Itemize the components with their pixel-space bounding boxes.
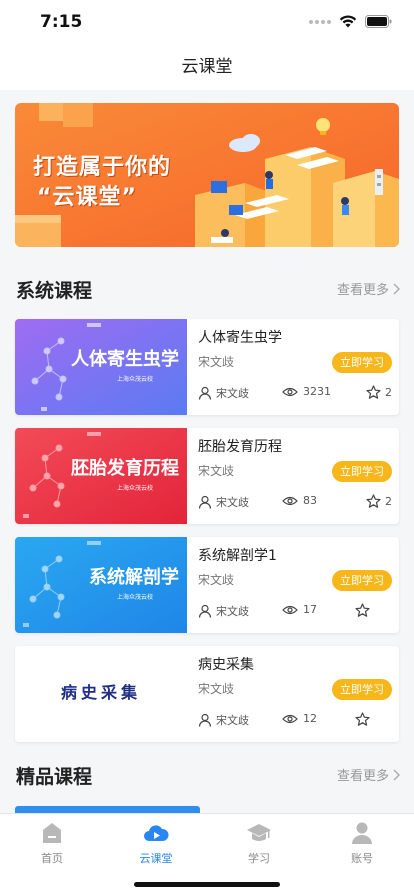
user-icon xyxy=(352,822,372,844)
course-teacher: 宋文歧 xyxy=(198,355,235,369)
view-more-label: 查看更多 xyxy=(336,283,389,298)
star-icon xyxy=(366,385,381,399)
favorite-toggle[interactable] xyxy=(355,603,374,618)
course-name: 病史采集 xyxy=(198,657,254,673)
course-meta: 宋文歧 3231 2 xyxy=(198,385,394,405)
banner-subheadline: “云课堂” xyxy=(37,185,137,210)
thumbnail-subtitle: 上海众茂云校 xyxy=(116,485,153,492)
course-name: 人体寄生虫学 xyxy=(198,330,282,346)
thumbnail-title: 人体寄生虫学 xyxy=(71,349,179,370)
course-meta: 宋文歧 12 xyxy=(198,712,394,732)
section-title: 系统课程 xyxy=(16,280,93,302)
course-teacher: 宋文歧 xyxy=(198,682,235,696)
user-icon xyxy=(198,386,212,400)
tab-label: 云课堂 xyxy=(139,852,173,865)
course-info: 胚胎发育历程 宋文歧 立即学习 宋文歧 83 2 xyxy=(198,428,394,524)
featured-courses-header: 精品课程 查看更多 xyxy=(16,762,400,788)
view-count: 3231 xyxy=(303,385,331,398)
course-meta: 宋文歧 83 2 xyxy=(198,494,394,514)
view-count: 83 xyxy=(303,494,317,507)
nav-bar: 云课堂 xyxy=(0,44,414,90)
thumbnail-title: 胚胎发育历程 xyxy=(71,458,179,479)
wifi-icon xyxy=(339,15,357,28)
study-now-button[interactable]: 立即学习 xyxy=(332,679,392,700)
course-card[interactable]: 系统解剖学 上海众茂云校 系统解剖学1 宋文歧 立即学习 宋文歧 17 xyxy=(15,537,399,633)
tab-account[interactable]: 账号 xyxy=(310,820,414,866)
view-count: 17 xyxy=(303,603,317,616)
favorite-count: 2 xyxy=(385,495,392,508)
user-icon xyxy=(198,495,212,509)
promo-banner[interactable]: 打造属于你的 “云课堂” xyxy=(15,103,399,247)
status-bar: 7:15 xyxy=(0,0,414,44)
study-now-button[interactable]: 立即学习 xyxy=(332,570,392,591)
course-author: 宋文歧 xyxy=(216,714,249,727)
course-thumbnail: 胚胎发育历程 上海众茂云校 xyxy=(15,428,187,524)
tab-home[interactable]: 首页 xyxy=(0,820,104,866)
star-icon xyxy=(355,603,370,617)
eye-icon xyxy=(282,714,298,723)
status-icons xyxy=(309,15,392,28)
chevron-right-icon xyxy=(393,283,400,294)
tab-cloud-classroom[interactable]: 云课堂 xyxy=(104,820,208,866)
battery-icon xyxy=(365,15,392,28)
star-icon xyxy=(355,712,370,726)
course-info: 系统解剖学1 宋文歧 立即学习 宋文歧 17 xyxy=(198,537,394,633)
tab-study[interactable]: 学习 xyxy=(207,820,311,866)
course-thumbnail: 人体寄生虫学 上海众茂云校 xyxy=(15,319,187,415)
study-now-button[interactable]: 立即学习 xyxy=(332,461,392,482)
study-now-button[interactable]: 立即学习 xyxy=(332,352,392,373)
course-name: 系统解剖学1 xyxy=(198,548,277,564)
home-icon xyxy=(43,823,61,843)
user-icon xyxy=(198,713,212,727)
favorite-toggle[interactable]: 2 xyxy=(366,385,392,400)
thumbnail-title: 病史采集 xyxy=(60,683,141,702)
course-thumbnail: 系统解剖学 上海众茂云校 xyxy=(15,537,187,633)
favorite-count: 2 xyxy=(385,386,392,399)
graduation-cap-icon xyxy=(247,824,271,841)
star-icon xyxy=(366,494,381,508)
course-card[interactable]: 人体寄生虫学 上海众茂云校 人体寄生虫学 宋文歧 立即学习 宋文歧 3231 2 xyxy=(15,319,399,415)
course-author: 宋文歧 xyxy=(216,496,249,509)
course-info: 人体寄生虫学 宋文歧 立即学习 宋文歧 3231 2 xyxy=(198,319,394,415)
tab-label: 学习 xyxy=(248,852,270,865)
view-count: 12 xyxy=(303,712,317,725)
view-more-label: 查看更多 xyxy=(336,769,389,784)
course-thumbnail: 病史采集 xyxy=(15,646,187,742)
eye-icon xyxy=(282,387,298,396)
view-more-link[interactable]: 查看更多 xyxy=(337,765,400,784)
status-time: 7:15 xyxy=(40,12,83,32)
course-info: 病史采集 宋文歧 立即学习 宋文歧 12 xyxy=(198,646,394,742)
course-author: 宋文歧 xyxy=(216,387,249,400)
thumbnail-subtitle: 上海众茂云校 xyxy=(116,376,153,383)
user-icon xyxy=(198,604,212,618)
section-title: 精品课程 xyxy=(16,766,93,788)
tab-label: 账号 xyxy=(351,852,373,865)
system-courses-header: 系统课程 查看更多 xyxy=(16,276,400,302)
course-author: 宋文歧 xyxy=(216,605,249,618)
home-indicator xyxy=(134,882,280,887)
view-more-link[interactable]: 查看更多 xyxy=(337,279,400,298)
course-card[interactable]: 胚胎发育历程 上海众茂云校 胚胎发育历程 宋文歧 立即学习 宋文歧 83 2 xyxy=(15,428,399,524)
thumbnail-subtitle: 上海众茂云校 xyxy=(116,594,153,601)
eye-icon xyxy=(282,605,298,614)
favorite-toggle[interactable] xyxy=(355,712,374,727)
tab-label: 首页 xyxy=(41,852,63,865)
banner-headline: 打造属于你的 xyxy=(33,155,172,180)
chevron-right-icon xyxy=(393,769,400,780)
course-teacher: 宋文歧 xyxy=(198,573,235,587)
course-name: 胚胎发育历程 xyxy=(198,439,282,455)
course-card[interactable]: 病史采集 病史采集 宋文歧 立即学习 宋文歧 12 xyxy=(15,646,399,742)
course-meta: 宋文歧 17 xyxy=(198,603,394,623)
eye-icon xyxy=(282,496,298,505)
thumbnail-title: 系统解剖学 xyxy=(89,567,179,588)
course-teacher: 宋文歧 xyxy=(198,464,235,478)
favorite-toggle[interactable]: 2 xyxy=(366,494,392,509)
page-title: 云课堂 xyxy=(181,57,233,77)
cellular-signal-icon xyxy=(309,19,331,24)
cloud-play-icon xyxy=(144,825,169,841)
